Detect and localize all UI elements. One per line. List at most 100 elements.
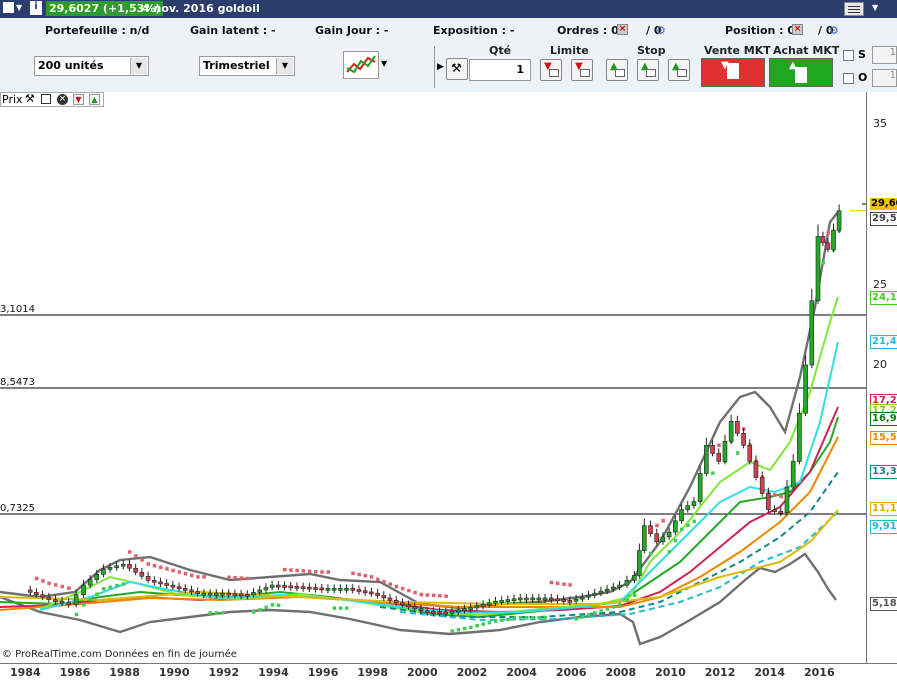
- x-tick: 1986: [59, 666, 91, 679]
- period-select-value: Trimestriel: [203, 59, 270, 72]
- sar-dot: [233, 575, 237, 580]
- value-tag: 5,181: [870, 597, 897, 611]
- value-tag: 29,60: [870, 198, 897, 210]
- sar-dot: [165, 567, 169, 571]
- candle: [53, 599, 58, 602]
- cancel-orders-icon[interactable]: ×: [617, 24, 628, 35]
- o-label: O: [858, 71, 868, 84]
- sar-dot: [543, 615, 548, 620]
- wrench-icon[interactable]: ⚒: [25, 92, 35, 105]
- vente-mkt-button[interactable]: ▼: [701, 58, 765, 87]
- sar-dot: [537, 615, 541, 620]
- s-value-field[interactable]: 1: [872, 46, 897, 64]
- chart-type-dropdown-icon[interactable]: ▼: [381, 59, 387, 68]
- achat-label: Achat MKT: [773, 44, 840, 57]
- candle: [660, 536, 666, 543]
- sar-dot: [487, 620, 492, 625]
- price-chart[interactable]: [0, 92, 866, 663]
- limit-buy-button[interactable]: ▼: [540, 59, 562, 81]
- sar-dot: [661, 518, 665, 523]
- sar-dot: [425, 593, 430, 597]
- candle: [486, 602, 492, 606]
- chevron-down-icon[interactable]: ▼: [276, 58, 293, 74]
- o-checkbox[interactable]: [843, 73, 854, 84]
- info-icon[interactable]: i: [30, 1, 42, 15]
- menu-icon[interactable]: [844, 2, 864, 16]
- candle: [176, 586, 182, 590]
- sar-dot: [108, 585, 113, 589]
- sar-dot: [618, 603, 622, 607]
- sar-dot: [580, 615, 585, 619]
- sar-dot: [363, 573, 368, 578]
- sar-dot: [475, 624, 479, 628]
- ma-cyan: [39, 341, 839, 615]
- sar-dot: [821, 260, 825, 265]
- close-position-icon[interactable]: ×: [792, 24, 803, 35]
- collapse-panel-icon[interactable]: ▶: [437, 62, 444, 72]
- candle: [542, 597, 548, 601]
- x-tick: 2000: [407, 666, 438, 679]
- sar-dot: [419, 592, 423, 597]
- gain-latent-label: Gain latent : -: [190, 24, 276, 37]
- candle: [728, 420, 734, 442]
- candle: [375, 592, 380, 596]
- sar-dot: [605, 607, 610, 611]
- candle: [735, 420, 740, 434]
- app-icon[interactable]: [3, 2, 14, 13]
- prix-label: Prix: [2, 93, 23, 106]
- limit-sell-button[interactable]: ▼: [571, 59, 593, 81]
- sar-dot: [152, 563, 157, 568]
- chart-canvas[interactable]: [0, 92, 866, 663]
- s-label: S: [858, 48, 866, 61]
- quantity-input[interactable]: 1: [469, 59, 531, 81]
- position-settings-icon[interactable]: ⚙: [829, 24, 839, 37]
- s-checkbox[interactable]: [843, 50, 854, 61]
- window-icon[interactable]: [41, 94, 51, 104]
- orders-settings-icon[interactable]: ⚙: [656, 24, 666, 37]
- o-value-field[interactable]: 1: [872, 69, 897, 87]
- candle: [747, 445, 753, 462]
- stop-button-3[interactable]: ▲: [668, 59, 690, 81]
- sar-dot: [289, 568, 293, 572]
- candle: [393, 600, 399, 604]
- achat-mkt-button[interactable]: ▲: [769, 58, 833, 87]
- candle: [666, 531, 672, 538]
- sar-dot: [101, 587, 106, 591]
- chart-type-icon[interactable]: [343, 51, 379, 79]
- wrench-icon[interactable]: ⚒: [446, 58, 468, 80]
- candle: [632, 575, 637, 581]
- sar-dot: [625, 598, 629, 602]
- candle: [220, 592, 225, 596]
- portefeuille-label: Portefeuille : n/d: [45, 24, 150, 37]
- sar-dot: [555, 581, 560, 586]
- candle: [182, 588, 188, 591]
- price-axis[interactable]: [866, 92, 897, 663]
- units-select[interactable]: 200 unités ▼: [34, 56, 149, 76]
- move-down-icon[interactable]: ▼: [73, 94, 84, 105]
- x-tick: 1990: [158, 666, 190, 679]
- candle: [350, 588, 356, 591]
- candle: [604, 588, 610, 592]
- candle: [691, 501, 697, 506]
- stop-button-2[interactable]: ▲: [637, 59, 659, 81]
- close-icon[interactable]: ×: [57, 94, 68, 105]
- sar-dot: [245, 576, 250, 581]
- stop-button-1[interactable]: ▲: [606, 59, 628, 81]
- move-up-icon[interactable]: ▲: [89, 94, 100, 105]
- sar-dot: [431, 593, 436, 598]
- sar-dot: [481, 622, 486, 626]
- sar-dot: [158, 565, 163, 570]
- sar-dot: [239, 576, 244, 580]
- candle: [251, 592, 256, 596]
- hline-3-label: 0,7325: [0, 503, 35, 514]
- candle: [313, 587, 318, 590]
- chevron-down-icon[interactable]: ▼: [130, 58, 147, 74]
- x-tick: 2004: [506, 666, 537, 679]
- menu-arrow-icon[interactable]: ▼: [16, 3, 22, 12]
- sar-dot: [369, 575, 374, 579]
- x-tick: 1988: [109, 666, 140, 679]
- period-select[interactable]: Trimestriel ▼: [199, 56, 295, 76]
- collapse-arrow-icon[interactable]: ▼: [872, 3, 878, 12]
- sar-dot: [314, 569, 318, 574]
- sar-dot: [320, 570, 324, 574]
